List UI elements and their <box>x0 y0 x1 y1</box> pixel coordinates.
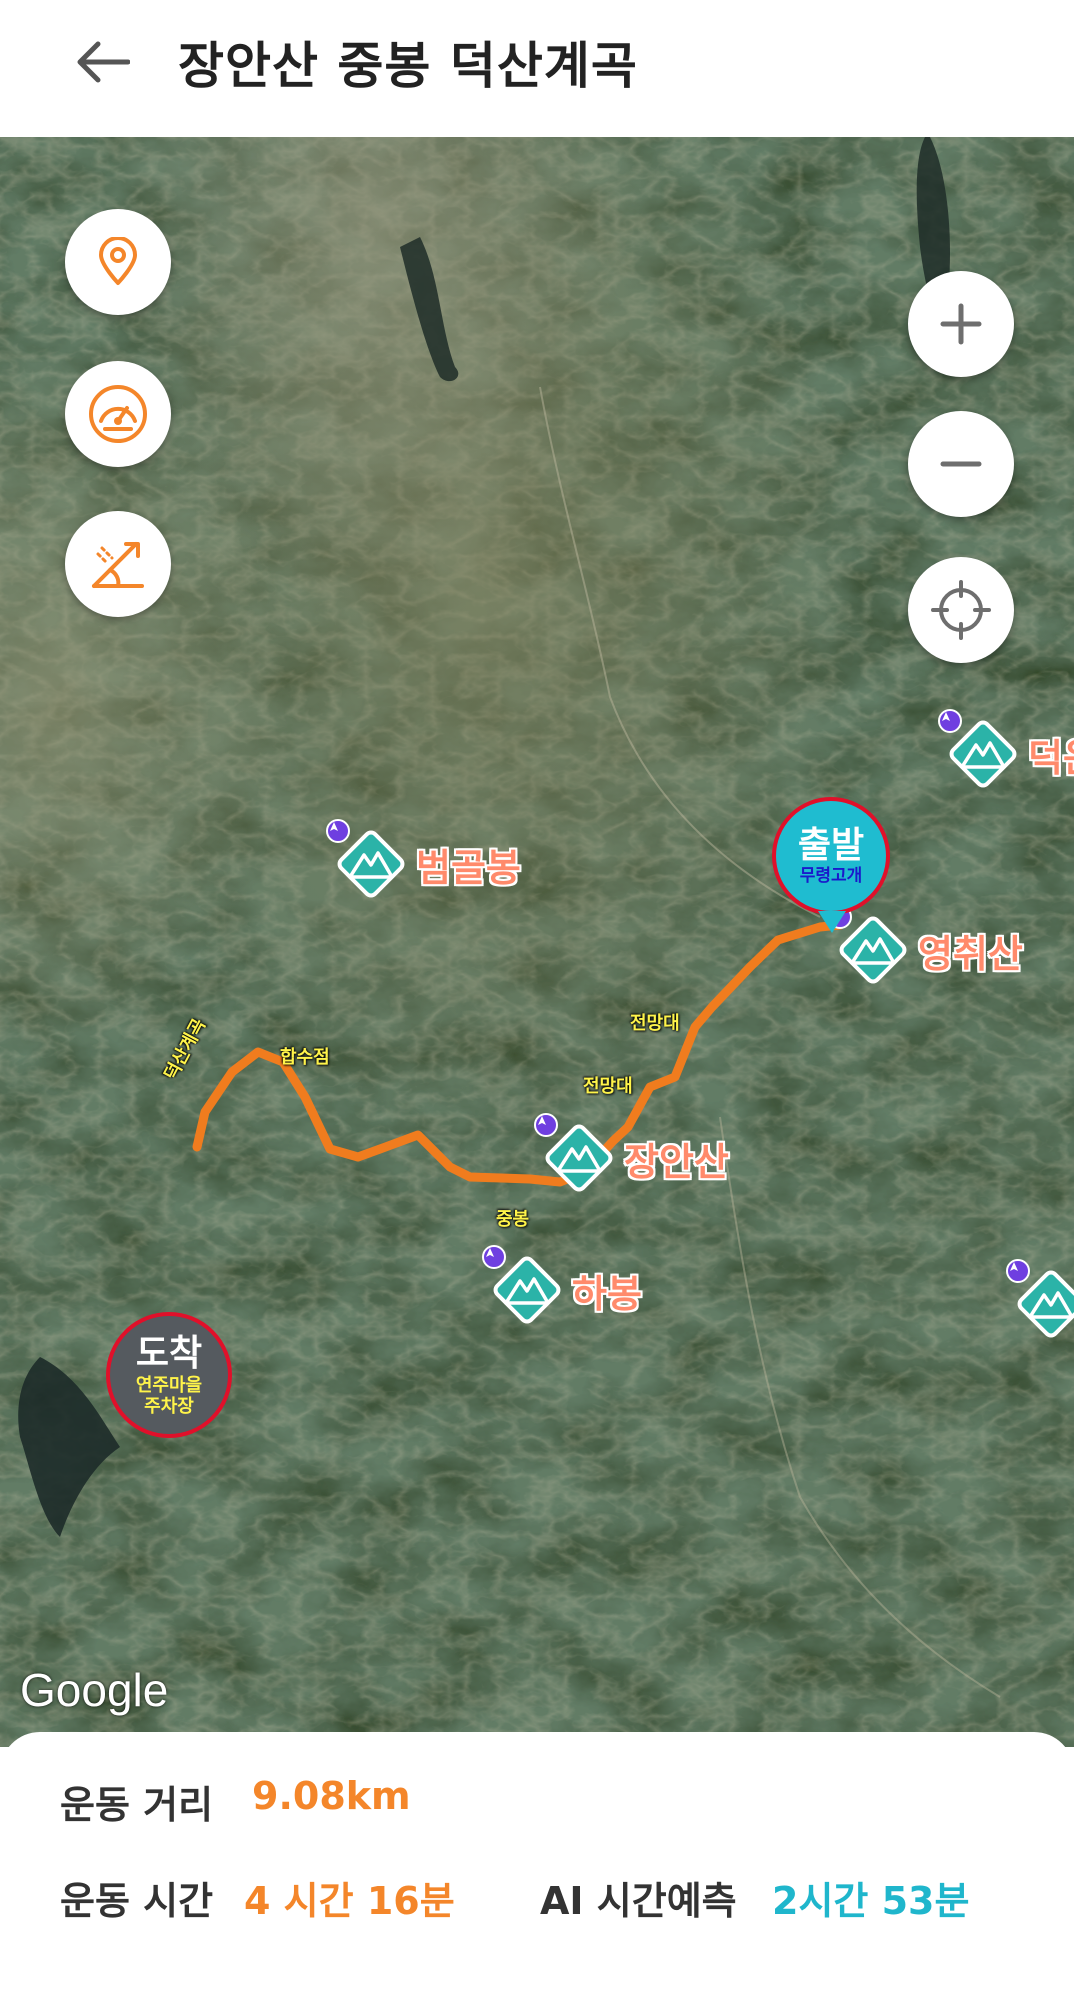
route-tag-jungbong: 중봉 <box>496 1209 530 1230</box>
back-button[interactable] <box>66 30 138 94</box>
start-marker[interactable]: 출발 무령고개 <box>772 797 890 915</box>
stats-panel: 운동 거리 9.08km 운동 시간 4 시간 16분 AI 시간예측 2시간 … <box>0 1732 1074 1990</box>
recenter-button[interactable] <box>908 557 1014 663</box>
end-marker-subtitle-line2: 주차장 <box>144 1396 194 1417</box>
crosshair-icon <box>931 580 991 640</box>
peak-label: 영취산 <box>918 931 1023 976</box>
distance-label: 운동 거리 <box>60 1783 214 1827</box>
peak-marker-edge[interactable] <box>1006 1259 1074 1345</box>
peak-marker-deogun[interactable]: 덕운 <box>938 709 1074 795</box>
peak-marker-beomgolbong[interactable]: 범골봉 <box>326 819 521 905</box>
end-marker-title: 도착 <box>135 1333 203 1374</box>
plus-icon <box>940 303 982 345</box>
back-arrow-icon <box>77 41 130 83</box>
navigation-badge-icon <box>482 1245 506 1269</box>
peak-label: 장안산 <box>624 1139 729 1184</box>
peak-label: 하봉 <box>572 1271 642 1316</box>
ai-estimate-value: 2시간 53분 <box>772 1879 970 1923</box>
navigation-badge-icon <box>326 819 350 843</box>
peak-label: 덕운 <box>1028 735 1074 780</box>
speedometer-button[interactable] <box>65 361 171 467</box>
route-tag-lookout-lower: 전망대 <box>583 1076 633 1097</box>
altitude-slope-icon <box>92 542 144 588</box>
peak-marker-habong[interactable]: 하봉 <box>482 1245 642 1331</box>
time-label: 운동 시간 <box>60 1879 214 1923</box>
map-view[interactable]: 범골봉 영취산 장안산 하봉 덕 전망대 전망대 합수점 중봉 덕산계곡 출발 … <box>0 137 1074 1747</box>
current-location-button[interactable] <box>65 209 171 315</box>
start-marker-title: 출발 <box>797 825 865 866</box>
time-value: 4 시간 16분 <box>244 1879 455 1923</box>
location-pin-icon <box>99 237 137 285</box>
zoom-out-button[interactable] <box>908 411 1014 517</box>
speedometer-icon <box>89 385 147 443</box>
distance-value: 9.08km <box>252 1774 411 1818</box>
minus-icon <box>940 461 982 467</box>
route-tag-lookout-upper: 전망대 <box>630 1013 680 1034</box>
navigation-badge-icon <box>534 1113 558 1137</box>
peak-label: 범골봉 <box>416 845 521 890</box>
google-attribution: Google <box>20 1664 169 1716</box>
start-marker-pointer <box>818 911 846 933</box>
start-marker-subtitle: 무령고개 <box>799 866 863 886</box>
navigation-badge-icon <box>1006 1259 1030 1283</box>
route-tag-junction: 합수점 <box>280 1047 330 1068</box>
end-marker[interactable]: 도착 연주마을 주차장 <box>106 1312 232 1438</box>
ai-estimate-label: AI 시간예측 <box>540 1879 737 1923</box>
peak-marker-janganshan[interactable]: 장안산 <box>534 1113 729 1199</box>
navigation-badge-icon <box>938 709 962 733</box>
page-title: 장안산 중봉 덕산계곡 <box>178 37 638 95</box>
app-header: 장안산 중봉 덕산계곡 <box>0 0 1074 137</box>
altitude-button[interactable] <box>65 511 171 617</box>
zoom-in-button[interactable] <box>908 271 1014 377</box>
end-marker-subtitle-line1: 연주마을 <box>135 1375 203 1396</box>
peak-marker-yeongchwisan[interactable]: 영취산 <box>828 905 1023 991</box>
